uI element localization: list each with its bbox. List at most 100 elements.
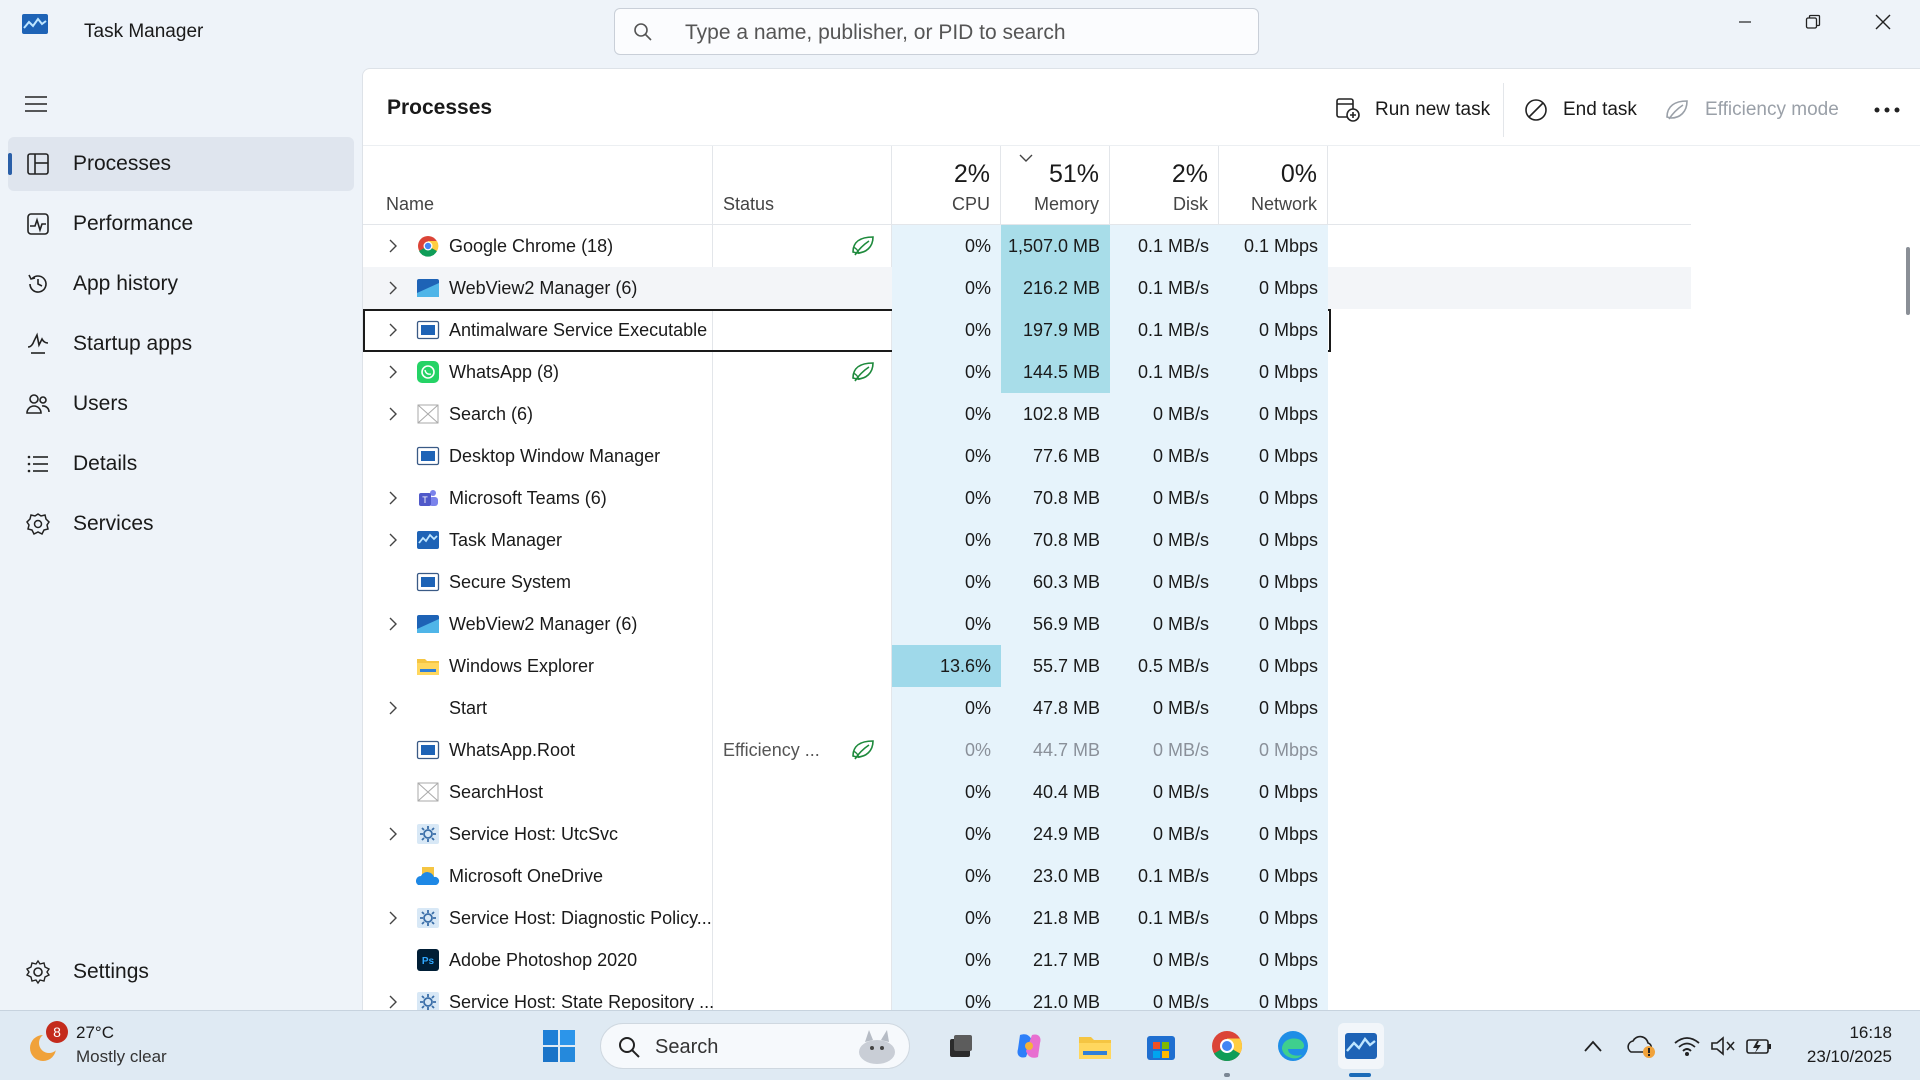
cell-cpu: 0%	[892, 981, 1001, 1010]
cell-network: 0 Mbps	[1219, 729, 1328, 771]
cell-memory: 44.7 MB	[1001, 729, 1110, 771]
expand-chevron-icon[interactable]	[387, 407, 399, 421]
nav-label: Processes	[73, 152, 172, 175]
expand-chevron-icon[interactable]	[387, 533, 399, 547]
process-name: Search (6)	[449, 403, 534, 424]
cell-disk: 0.1 MB/s	[1110, 309, 1219, 351]
expand-chevron-icon[interactable]	[387, 323, 399, 337]
column-header-name[interactable]: Name	[363, 146, 713, 224]
process-name: Microsoft OneDrive	[449, 865, 604, 886]
expand-chevron-icon[interactable]	[387, 617, 399, 631]
tray-overflow-button[interactable]	[1572, 1025, 1614, 1067]
placeholder-icon	[417, 404, 439, 424]
table-row[interactable]: Google Chrome (18) 0% 1,507.0 MB 0.1 MB/s 0.…	[363, 225, 1691, 267]
efficiency-leaf-icon	[1666, 100, 1688, 120]
column-header-cpu[interactable]: 2% CPU	[892, 146, 1001, 224]
service-gear-icon	[417, 908, 439, 928]
expand-chevron-icon[interactable]	[387, 491, 399, 505]
table-row[interactable]: Service Host: State Repository ... 0% 21.0…	[363, 981, 1691, 1010]
tray-onedrive[interactable]	[1620, 1025, 1662, 1067]
minimize-button[interactable]	[1710, 0, 1780, 44]
column-label: Status	[723, 194, 775, 214]
nav-item-performance[interactable]: Performance	[8, 197, 354, 251]
clock-time[interactable]: 16:18	[1849, 1023, 1892, 1043]
table-row[interactable]: SearchHost 0% 40.4 MB 0 MB/s 0 Mbps	[363, 771, 1691, 813]
table-row[interactable]: Search (6) 0% 102.8 MB 0 MB/s 0 Mbps	[363, 393, 1691, 435]
weather-temperature[interactable]: 27°C	[76, 1023, 114, 1043]
column-header-status[interactable]: Status	[713, 146, 892, 224]
cell-network: 0 Mbps	[1219, 267, 1328, 309]
column-label: CPU	[951, 194, 990, 214]
cell-disk: 0 MB/s	[1110, 729, 1219, 771]
table-row[interactable]: T Microsoft Teams (6) 0% 70.8 MB 0 MB/s 0 Mbp…	[363, 477, 1691, 519]
cell-cpu: 0%	[892, 267, 1001, 309]
taskbar-task-view[interactable]	[940, 1025, 982, 1067]
table-row[interactable]: Windows Explorer 13.6% 55.7 MB 0.5 MB/s 0 Mb…	[363, 645, 1691, 687]
end-task-button[interactable]: End task	[1523, 93, 1637, 127]
column-header-network[interactable]: 0% Network	[1219, 146, 1328, 224]
column-header-disk[interactable]: 2% Disk	[1110, 146, 1219, 224]
process-name: WhatsApp.Root	[449, 739, 576, 760]
nav-item-settings[interactable]: Settings	[8, 945, 354, 999]
expand-chevron-icon[interactable]	[387, 701, 399, 715]
taskbar-edge[interactable]	[1272, 1025, 1314, 1067]
table-row[interactable]: Desktop Window Manager 0% 77.6 MB 0 MB/s 0 M…	[363, 435, 1691, 477]
table-row[interactable]: Service Host: Diagnostic Policy... 0% 21.8…	[363, 897, 1691, 939]
table-row[interactable]: WebView2 Manager (6) 0% 56.9 MB 0 MB/s 0 Mbp…	[363, 603, 1691, 645]
search-input[interactable]: Type a name, publisher, or PID to search	[614, 8, 1259, 55]
column-label: Disk	[1173, 194, 1208, 214]
efficiency-leaf-icon	[852, 362, 874, 382]
taskbar-microsoft-store[interactable]	[1140, 1025, 1182, 1067]
hamburger-menu-icon[interactable]	[24, 94, 48, 114]
nav-label: App history	[73, 272, 179, 295]
column-header-memory[interactable]: 51% Memory	[1001, 146, 1110, 224]
nav-item-startup-apps[interactable]: Startup apps	[8, 317, 354, 371]
microsoft-store-icon	[1147, 1036, 1175, 1060]
tray-battery[interactable]	[1738, 1025, 1780, 1067]
table-row[interactable]: Task Manager 0% 70.8 MB 0 MB/s 0 Mbps	[363, 519, 1691, 561]
table-row[interactable]: WhatsApp (8) 0% 144.5 MB 0.1 MB/s 0 Mbps	[363, 351, 1691, 393]
more-options-button[interactable]	[1873, 93, 1915, 127]
task-manager-logo-icon	[22, 14, 48, 34]
process-name: Task Manager	[449, 529, 563, 550]
cell-network: 0 Mbps	[1219, 897, 1328, 939]
table-row[interactable]: Ps Adobe Photoshop 2020 0% 21.7 MB 0 MB/s 0 M…	[363, 939, 1691, 981]
expand-chevron-icon[interactable]	[387, 239, 399, 253]
expand-chevron-icon[interactable]	[387, 365, 399, 379]
expand-chevron-icon[interactable]	[387, 281, 399, 295]
nav-item-processes[interactable]: Processes	[8, 137, 354, 191]
table-row[interactable]: Start 0% 47.8 MB 0 MB/s 0 Mbps	[363, 687, 1691, 729]
taskbar-search[interactable]: Search	[600, 1023, 910, 1069]
taskbar-task-manager[interactable]	[1338, 1023, 1384, 1069]
restore-button[interactable]	[1778, 0, 1848, 44]
start-button[interactable]	[538, 1025, 580, 1067]
taskbar-chrome[interactable]	[1206, 1025, 1248, 1067]
expand-chevron-icon[interactable]	[387, 995, 399, 1009]
table-row[interactable]: WhatsApp.Root Efficiency ... 0% 44.7 MB 0 MB…	[363, 729, 1691, 771]
nav-item-app-history[interactable]: App history	[8, 257, 354, 311]
close-button[interactable]	[1848, 0, 1918, 44]
expand-chevron-icon[interactable]	[387, 827, 399, 841]
windows-start-icon	[543, 1030, 575, 1062]
expand-chevron-icon[interactable]	[387, 911, 399, 925]
cell-disk: 0.1 MB/s	[1110, 855, 1219, 897]
table-row[interactable]: Service Host: UtcSvc 0% 24.9 MB 0 MB/s 0 Mbp…	[363, 813, 1691, 855]
vertical-scrollbar[interactable]	[1906, 247, 1910, 315]
nav-item-services[interactable]: Services	[8, 497, 354, 551]
table-row[interactable]: WebView2 Manager (6) 0% 216.2 MB 0.1 MB/s 0 …	[363, 267, 1691, 309]
process-name: Antimalware Service Executable	[449, 319, 708, 340]
nav-item-users[interactable]: Users	[8, 377, 354, 431]
table-row[interactable]: Antimalware Service Executable 0% 197.9 MB…	[363, 309, 1691, 352]
taskbar-file-explorer[interactable]	[1074, 1025, 1116, 1067]
table-row[interactable]: Secure System 0% 60.3 MB 0 MB/s 0 Mbps	[363, 561, 1691, 603]
taskbar-copilot[interactable]	[1008, 1025, 1050, 1067]
clock-date[interactable]: 23/10/2025	[1807, 1047, 1892, 1067]
taskbar-search-label: Search	[655, 1036, 719, 1058]
table-row[interactable]: Microsoft OneDrive 0% 23.0 MB 0.1 MB/s 0 Mbp…	[363, 855, 1691, 897]
nav-item-details[interactable]: Details	[8, 437, 354, 491]
process-name: Adobe Photoshop 2020	[449, 949, 638, 970]
run-new-task-button[interactable]: Run new task	[1335, 93, 1490, 127]
end-task-icon	[1525, 99, 1547, 121]
weather-description[interactable]: Mostly clear	[76, 1047, 167, 1067]
efficiency-mode-button[interactable]: Efficiency mode	[1663, 93, 1839, 127]
